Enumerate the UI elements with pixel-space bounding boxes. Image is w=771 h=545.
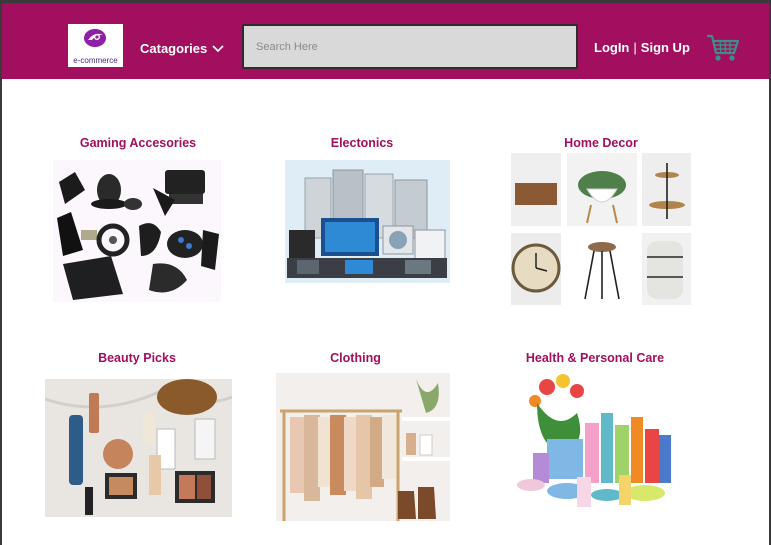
signup-link[interactable]: Sign Up [641, 40, 690, 55]
category-title-health[interactable]: Health & Personal Care [508, 351, 682, 365]
categories-label: Catagories [140, 40, 208, 56]
auth-links: LogIn | Sign Up [594, 40, 690, 55]
search-input[interactable] [242, 24, 578, 69]
page-frame: e-commerce Catagories LogIn | Sign Up Ga… [0, 0, 771, 545]
cart-icon[interactable] [706, 33, 740, 63]
auth-separator: | [633, 40, 637, 55]
logo-text: e-commerce [73, 56, 118, 65]
site-logo[interactable]: e-commerce [68, 24, 123, 67]
categories-dropdown[interactable]: Catagories [140, 40, 225, 56]
category-title-beauty[interactable]: Beauty Picks [46, 351, 228, 365]
category-title-clothing[interactable]: Clothing [278, 351, 433, 365]
category-image-health[interactable] [507, 373, 679, 515]
category-image-clothing[interactable] [276, 373, 450, 521]
category-image-beauty[interactable] [45, 379, 232, 517]
chevron-down-icon [212, 45, 224, 53]
login-link[interactable]: LogIn [594, 40, 629, 55]
category-image-gaming[interactable] [53, 160, 221, 302]
category-title-gaming[interactable]: Gaming Accesories [54, 136, 222, 150]
top-navbar: e-commerce Catagories LogIn | Sign Up [2, 3, 769, 79]
category-image-electronics[interactable] [285, 160, 450, 283]
logo-icon [84, 29, 106, 47]
category-title-electronics[interactable]: Electonics [286, 136, 438, 150]
category-title-home-decor[interactable]: Home Decor [512, 136, 690, 150]
category-image-home-decor[interactable] [511, 153, 691, 305]
